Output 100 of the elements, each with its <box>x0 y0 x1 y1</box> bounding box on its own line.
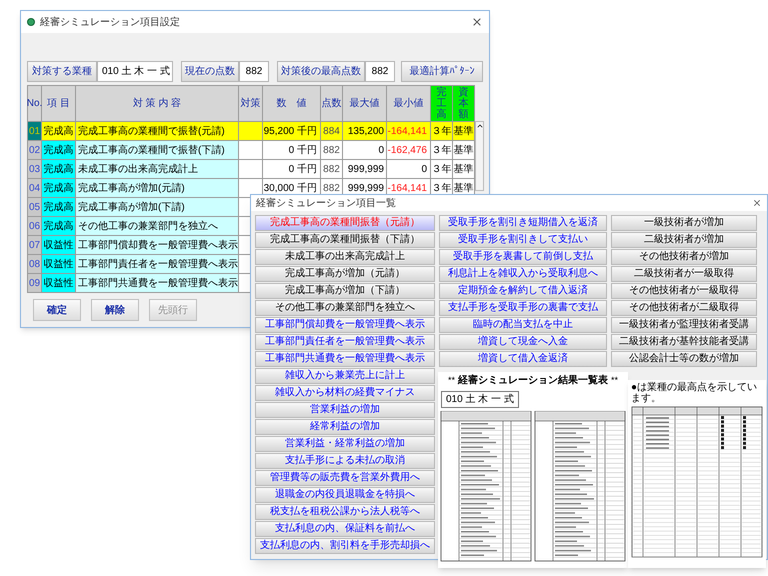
item-button[interactable]: 工事部門償却費を一般管理費へ表示 <box>255 317 435 333</box>
table-cell: 完成高 <box>42 217 76 236</box>
item-button[interactable]: その他技術者が二級取得 <box>611 300 757 316</box>
table-cell: 基準 <box>453 141 475 160</box>
item-button[interactable]: 受取手形を裏書して前倒し支払 <box>439 249 607 265</box>
item-button[interactable]: 増資して借入金返済 <box>439 351 607 367</box>
table-row[interactable]: 02 完成高 完成工事高の業種間で振替(下請) 0 千円 882 0 -162,476 ３年 基準 <box>28 141 475 160</box>
table-cell: 完成高 <box>42 122 76 141</box>
item-button[interactable]: 雑収入から兼業売上に計上 <box>255 368 435 384</box>
table-cell: -162,476 <box>387 141 431 160</box>
item-button[interactable]: 支払利息の内、割引料を手形売却損へ <box>255 538 435 554</box>
table-cell: 08 <box>28 255 42 274</box>
pattern-button[interactable]: 最適計算ﾊﾟﾀｰﾝ <box>401 61 483 82</box>
table-cell: 884 <box>321 122 343 141</box>
item-button[interactable]: 雑収入から材料の経費マイナス <box>255 385 435 401</box>
title-mark: ** <box>611 374 618 387</box>
item-button[interactable]: 経常利益の増加 <box>255 419 435 435</box>
window-title: 経審シミュレーション項目一覧 <box>256 196 396 210</box>
scroll-up-icon[interactable] <box>476 122 484 130</box>
column-header: 対策 <box>239 86 263 122</box>
table-cell: 0 <box>343 141 387 160</box>
table-cell: 収益性 <box>42 274 76 293</box>
action-button[interactable]: 確定 <box>33 299 81 321</box>
table-cell: 完成工事高が増加(下請) <box>76 198 239 217</box>
item-button[interactable]: 二級技術者が増加 <box>611 232 757 248</box>
item-button[interactable]: 臨時の配当支払を中止 <box>439 317 607 333</box>
best-score-label-button[interactable]: 対策後の最高点数 <box>277 61 365 82</box>
item-button[interactable]: その他工事の兼業部門を独立へ <box>255 300 435 316</box>
table-row[interactable]: 01 完成高 完成工事高の業種間で振替(元請) 95,200 千円 884 135,200 -164,141 ３年 基準 <box>28 122 475 141</box>
item-button[interactable]: 定期預金を解約して借入返済 <box>439 283 607 299</box>
industry-field[interactable]: 010 土 木 一 式 <box>97 61 173 82</box>
item-button[interactable]: 一級技術者が監理技術者受講 <box>611 317 757 333</box>
table-cell: 収益性 <box>42 236 76 255</box>
table-cell: 完成高 <box>42 160 76 179</box>
table-cell: 09 <box>28 274 42 293</box>
table-cell: 基準 <box>453 122 475 141</box>
app-icon <box>27 18 35 26</box>
current-score-field: 882 <box>239 61 269 82</box>
item-button[interactable]: 受取手形を割引き短期借入を返済 <box>439 215 607 231</box>
column-header: 点数 <box>321 86 343 122</box>
report-title: 経審シミュレーション結果一覧表 <box>458 373 608 388</box>
item-button[interactable]: 完成工事高の業種間振替（下請） <box>255 232 435 248</box>
table-cell: ３年 <box>431 141 453 160</box>
industry-label-button[interactable]: 対策する業種 <box>27 61 97 82</box>
table-cell: 完成高 <box>42 179 76 198</box>
item-button[interactable]: 管理費等の販売費を営業外費用へ <box>255 470 435 486</box>
item-button[interactable]: その他技術者が増加 <box>611 249 757 265</box>
scrollbar[interactable] <box>475 121 484 191</box>
current-score-label-button[interactable]: 現在の点数 <box>181 61 239 82</box>
item-button[interactable]: 完成工事高が増加（元請） <box>255 266 435 282</box>
table-cell: ３年 <box>431 122 453 141</box>
item-button[interactable]: 増資して現金へ入金 <box>439 334 607 350</box>
item-button[interactable]: 工事部門責任者を一般管理費へ表示 <box>255 334 435 350</box>
item-button[interactable]: 支払手形を受取手形の裏書で支払 <box>439 300 607 316</box>
item-button[interactable]: 税支払を租税公課から法人税等へ <box>255 504 435 520</box>
table-cell: 収益性 <box>42 255 76 274</box>
table-cell: 95,200 千円 <box>263 122 321 141</box>
close-icon[interactable] <box>752 198 762 208</box>
item-button[interactable]: 完成工事高が増加（下請） <box>255 283 435 299</box>
item-button[interactable]: 一級技術者が増加 <box>611 215 757 231</box>
table-cell <box>239 160 263 179</box>
item-button[interactable]: 利息計上を雑収入から受取利息へ <box>439 266 607 282</box>
table-cell: 05 <box>28 198 42 217</box>
column-header: 資本額 <box>453 86 475 122</box>
item-button[interactable]: 支払手形による未払の取消 <box>255 453 435 469</box>
action-button[interactable]: 解除 <box>91 299 139 321</box>
table-cell: 04 <box>28 179 42 198</box>
table-cell: 882 <box>321 160 343 179</box>
item-button[interactable]: 受取手形を割引きして支払い <box>439 232 607 248</box>
item-button[interactable]: 工事部門共通費を一般管理費へ表示 <box>255 351 435 367</box>
window-title: 経審シミュレーション項目設定 <box>40 16 180 30</box>
table-cell: 工事部門償却費を一般管理費へ表示 <box>76 236 239 255</box>
table-cell: 基準 <box>453 160 475 179</box>
table-cell: 01 <box>28 122 42 141</box>
best-score-field: 882 <box>365 61 395 82</box>
table-cell: 02 <box>28 141 42 160</box>
table-cell: -164,141 <box>387 122 431 141</box>
item-button[interactable]: 支払利息の内、保証料を前払へ <box>255 521 435 537</box>
item-button[interactable]: 退職金の内役員退職金を特損へ <box>255 487 435 503</box>
table-cell: 完成工事高の業種間で振替(元請) <box>76 122 239 141</box>
legend-note: ●は業種の最高点を示しています。 <box>631 382 758 404</box>
column-header: 最小値 <box>387 86 431 122</box>
item-button[interactable]: 二級技術者が基幹技能者受講 <box>611 334 757 350</box>
title-mark: ** <box>448 374 455 387</box>
close-icon[interactable] <box>471 16 483 28</box>
item-button[interactable]: 二級技術者が一級取得 <box>611 266 757 282</box>
table-cell: 999,999 <box>343 160 387 179</box>
table-row[interactable]: 03 完成高 未成工事の出来高完成計上 0 千円 882 999,999 0 ３年 基準 <box>28 160 475 179</box>
table-cell: 完成高 <box>42 198 76 217</box>
item-button[interactable]: 営業利益の増加 <box>255 402 435 418</box>
item-button[interactable]: 未成工事の出来高完成計上 <box>255 249 435 265</box>
item-button[interactable]: その他技術者が一級取得 <box>611 283 757 299</box>
item-button[interactable]: 営業利益・経常利益の増加 <box>255 436 435 452</box>
item-button[interactable]: 公認会計士等の数が増加 <box>611 351 757 367</box>
table-cell: 完成工事高が増加(元請) <box>76 179 239 198</box>
table-cell: 135,200 <box>343 122 387 141</box>
table-cell: 未成工事の出来高完成計上 <box>76 160 239 179</box>
column-header: 最大値 <box>343 86 387 122</box>
table-cell: 03 <box>28 160 42 179</box>
table-cell: 07 <box>28 236 42 255</box>
